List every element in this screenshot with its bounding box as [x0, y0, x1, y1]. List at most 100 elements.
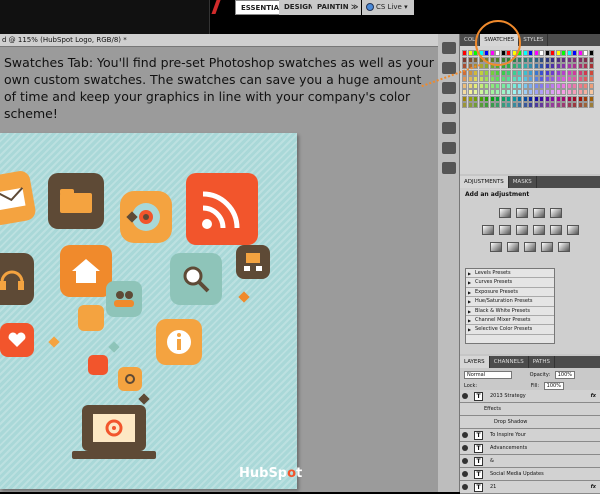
- swatch[interactable]: [539, 76, 544, 82]
- swatch[interactable]: [555, 69, 561, 76]
- layer-row[interactable]: T 2013 Strategy fx: [460, 390, 600, 403]
- swatch[interactable]: [572, 56, 577, 63]
- swatch[interactable]: [484, 95, 489, 102]
- swatch[interactable]: [533, 69, 539, 76]
- swatch[interactable]: [539, 63, 544, 69]
- swatch[interactable]: [561, 76, 566, 82]
- swatch[interactable]: [517, 102, 522, 108]
- swatch[interactable]: [583, 76, 588, 82]
- swatch[interactable]: [583, 69, 588, 76]
- swatches-panel-icon[interactable]: [441, 42, 456, 54]
- swatch[interactable]: [539, 95, 544, 102]
- selective-color-icon[interactable]: [558, 242, 570, 252]
- swatch[interactable]: [577, 76, 583, 82]
- swatch[interactable]: [506, 89, 511, 95]
- swatch[interactable]: [500, 82, 506, 89]
- swatch[interactable]: [544, 69, 550, 76]
- layer-effect-row[interactable]: Drop Shadow: [460, 416, 600, 429]
- levels-icon[interactable]: [515, 208, 528, 218]
- preset-item[interactable]: Channel Mixer Presets: [466, 316, 554, 326]
- swatch[interactable]: [561, 102, 566, 108]
- brush-panel-icon[interactable]: [441, 102, 456, 114]
- tab-masks[interactable]: MASKS: [509, 176, 537, 188]
- swatch[interactable]: [517, 56, 522, 63]
- swatch[interactable]: [588, 69, 594, 76]
- swatch[interactable]: [572, 63, 577, 69]
- preset-item[interactable]: Curves Presets: [466, 278, 554, 288]
- swatch[interactable]: [555, 50, 561, 56]
- tab-layers[interactable]: LAYERS: [460, 356, 490, 368]
- swatch[interactable]: [467, 50, 473, 56]
- swatch[interactable]: [577, 102, 583, 108]
- swatch[interactable]: [577, 56, 583, 63]
- swatch[interactable]: [588, 89, 594, 95]
- layer-row[interactable]: T Advancements: [460, 442, 600, 455]
- eye-icon[interactable]: [462, 393, 468, 399]
- eye-icon[interactable]: [462, 445, 468, 451]
- swatch[interactable]: [467, 69, 473, 76]
- brightness-icon[interactable]: [498, 208, 511, 218]
- preset-item[interactable]: Selective Color Presets: [466, 325, 554, 335]
- swatch[interactable]: [522, 95, 528, 102]
- swatch[interactable]: [555, 102, 561, 108]
- swatch[interactable]: [528, 69, 533, 76]
- swatch[interactable]: [484, 82, 489, 89]
- swatch[interactable]: [566, 95, 572, 102]
- swatch[interactable]: [500, 89, 506, 95]
- swatch[interactable]: [528, 63, 533, 69]
- eye-icon[interactable]: [462, 484, 468, 490]
- swatch[interactable]: [522, 82, 528, 89]
- swatch[interactable]: [489, 76, 495, 82]
- swatch[interactable]: [539, 89, 544, 95]
- swatch[interactable]: [539, 69, 544, 76]
- curves-icon[interactable]: [532, 208, 545, 218]
- swatch[interactable]: [478, 89, 484, 95]
- swatch[interactable]: [588, 50, 594, 56]
- posterize-icon[interactable]: [507, 242, 519, 252]
- swatch[interactable]: [478, 82, 484, 89]
- swatch[interactable]: [555, 82, 561, 89]
- swatch[interactable]: [473, 95, 478, 102]
- swatch[interactable]: [522, 50, 528, 56]
- threshold-icon[interactable]: [524, 242, 536, 252]
- swatch[interactable]: [533, 63, 539, 69]
- fx-icon[interactable]: fx: [591, 390, 596, 403]
- swatch[interactable]: [478, 69, 484, 76]
- character-panel-icon[interactable]: [441, 142, 456, 154]
- swatch[interactable]: [577, 95, 583, 102]
- swatch[interactable]: [550, 76, 555, 82]
- swatch[interactable]: [539, 50, 544, 56]
- tab-styles[interactable]: STYLES: [519, 34, 549, 46]
- swatch[interactable]: [489, 95, 495, 102]
- swatch[interactable]: [528, 89, 533, 95]
- swatch[interactable]: [555, 56, 561, 63]
- swatch[interactable]: [462, 50, 467, 56]
- swatch[interactable]: [555, 95, 561, 102]
- swatch[interactable]: [517, 89, 522, 95]
- swatch[interactable]: [544, 102, 550, 108]
- swatch[interactable]: [566, 76, 572, 82]
- swatch[interactable]: [561, 82, 566, 89]
- fx-icon[interactable]: fx: [591, 481, 596, 494]
- color-balance-icon[interactable]: [515, 225, 528, 235]
- swatch[interactable]: [517, 69, 522, 76]
- swatch[interactable]: [517, 63, 522, 69]
- swatch[interactable]: [577, 50, 583, 56]
- swatch[interactable]: [544, 56, 550, 63]
- swatch[interactable]: [528, 76, 533, 82]
- document-tab[interactable]: d @ 115% (HubSpot Logo, RGB/8) *: [0, 34, 438, 47]
- swatch[interactable]: [473, 76, 478, 82]
- swatch[interactable]: [566, 89, 572, 95]
- preset-item[interactable]: Black & White Presets: [466, 307, 554, 316]
- swatch[interactable]: [583, 95, 588, 102]
- preset-item[interactable]: Hue/Saturation Presets: [466, 297, 554, 307]
- swatch[interactable]: [517, 76, 522, 82]
- swatch[interactable]: [495, 89, 500, 95]
- swatch[interactable]: [588, 56, 594, 63]
- swatch[interactable]: [489, 69, 495, 76]
- swatch[interactable]: [478, 76, 484, 82]
- swatch[interactable]: [522, 69, 528, 76]
- swatch[interactable]: [583, 50, 588, 56]
- swatch[interactable]: [473, 89, 478, 95]
- swatch[interactable]: [528, 95, 533, 102]
